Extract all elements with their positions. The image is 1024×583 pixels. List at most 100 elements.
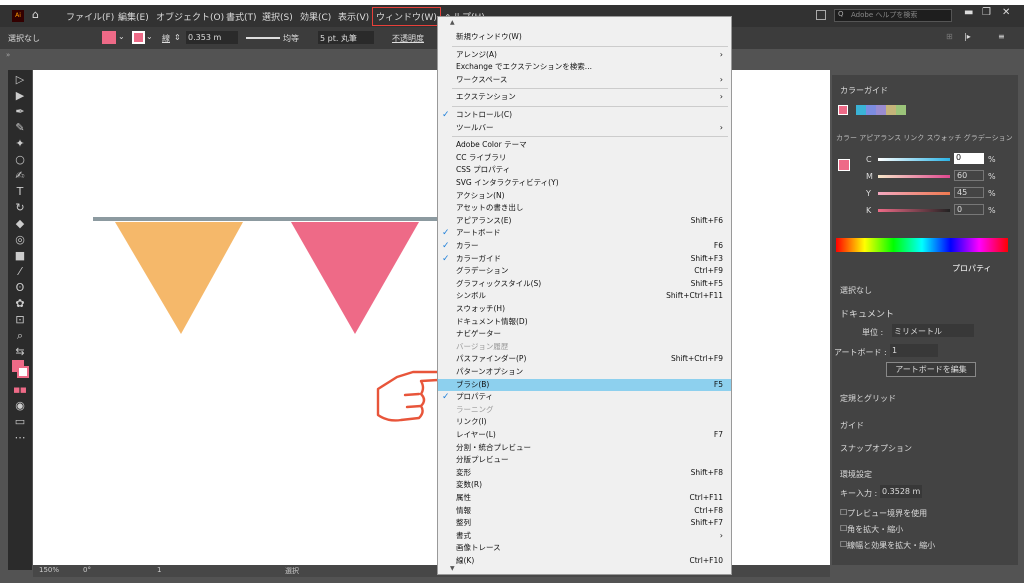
ellipse-icon[interactable]: ○ xyxy=(11,152,29,168)
menu-item[interactable]: リンク(I) xyxy=(438,416,731,429)
menu-item[interactable]: ドキュメント情報(D) xyxy=(438,316,731,329)
scale-strokes-check[interactable]: ☐ 線幅と効果を拡大・縮小 xyxy=(840,540,935,550)
menu-item[interactable]: スウォッチ(H) xyxy=(438,303,731,316)
restore-icon[interactable]: ❐ xyxy=(982,7,991,18)
menu-item[interactable]: 新規ウィンドウ(W) xyxy=(438,31,731,44)
minimize-icon[interactable]: ▬ xyxy=(964,7,973,18)
search-input[interactable]: Adobe ヘルプを検索 xyxy=(834,9,952,22)
pen-icon[interactable]: ✒ xyxy=(11,104,29,120)
home-icon[interactable]: ⌂ xyxy=(32,8,39,21)
curvature-icon[interactable]: ✎ xyxy=(11,120,29,136)
menu-lines-icon[interactable]: ≡ xyxy=(998,32,1005,41)
close-icon[interactable]: ✕ xyxy=(1002,7,1010,18)
warp-icon[interactable]: ◎ xyxy=(11,232,29,248)
cmyk-c-input[interactable]: 0 xyxy=(954,153,984,164)
menu-item[interactable]: ✓ コントロール(C) xyxy=(438,109,731,122)
color-mode-icon[interactable]: ■■ xyxy=(11,382,29,398)
menu-item[interactable]: ✓ カラーガイド Shift+F3 xyxy=(438,253,731,266)
menu-item[interactable]: SVG インタラクティビティ(Y) xyxy=(438,177,731,190)
menu-select[interactable]: 選択(S) xyxy=(262,10,293,23)
menu-item[interactable]: CC ライブラリ xyxy=(438,152,731,165)
preview-check[interactable]: ☐ プレビュー境界を使用 xyxy=(840,508,927,518)
align-icon[interactable]: ⊞ xyxy=(946,32,953,41)
arrange-docs-icon[interactable] xyxy=(816,10,826,20)
fill-swatch[interactable] xyxy=(102,31,116,44)
menu-item[interactable]: パターンオプション xyxy=(438,366,731,379)
cmyk-m-input[interactable]: 60 xyxy=(954,170,984,181)
menu-item[interactable]: ✓ アートボード xyxy=(438,227,731,240)
eyedropper-icon[interactable]: ⁄ xyxy=(11,264,29,280)
menu-item[interactable]: CSS プロパティ xyxy=(438,164,731,177)
cmyk-k-input[interactable]: 0 xyxy=(954,204,984,215)
menu-item[interactable]: Exchange でエクステンションを検索... xyxy=(438,61,731,74)
color-fill-swatch[interactable] xyxy=(838,159,850,171)
menu-file[interactable]: ファイル(F) xyxy=(66,10,114,23)
unit-select[interactable]: ミリメートル xyxy=(892,324,974,337)
direct-selection-icon[interactable]: ▶ xyxy=(11,88,29,104)
symbol-icon[interactable]: ✿ xyxy=(11,296,29,312)
artboard-select[interactable]: 1 xyxy=(890,344,938,357)
cmyk-c-slider[interactable] xyxy=(878,158,950,161)
rotate-icon[interactable]: ↻ xyxy=(11,200,29,216)
menu-item[interactable]: 分版プレビュー xyxy=(438,454,731,467)
menu-item[interactable]: エクステンション › xyxy=(438,91,731,104)
cmyk-m-slider[interactable] xyxy=(878,175,950,178)
menu-item[interactable]: シンボル Shift+Ctrl+F11 xyxy=(438,290,731,303)
menu-item[interactable]: グラデーション Ctrl+F9 xyxy=(438,265,731,278)
cmyk-k-slider[interactable] xyxy=(878,209,950,212)
swap-icon[interactable]: ⇆ xyxy=(11,344,29,360)
color-spectrum[interactable] xyxy=(836,238,1008,252)
menu-item[interactable]: 整列 Shift+F7 xyxy=(438,517,731,530)
stroke-weight-input[interactable]: 0.353 m xyxy=(186,31,238,44)
menu-item[interactable]: アクション(N) xyxy=(438,190,731,203)
artboard-nav[interactable]: 1 xyxy=(157,566,161,574)
menu-effect[interactable]: 効果(C) xyxy=(300,10,331,23)
menu-item[interactable]: 線(K) Ctrl+F10 xyxy=(438,555,731,568)
stroke-swatch[interactable] xyxy=(132,31,145,44)
menu-object[interactable]: オブジェクト(O) xyxy=(156,10,224,23)
menu-item[interactable]: 分割・統合プレビュー xyxy=(438,442,731,455)
menu-item[interactable]: 情報 Ctrl+F8 xyxy=(438,505,731,518)
cmyk-y-input[interactable]: 45 xyxy=(954,187,984,198)
rect-icon[interactable]: ■ xyxy=(11,248,29,264)
menu-item[interactable]: グラフィックスタイル(S) Shift+F5 xyxy=(438,278,731,291)
stroke-label[interactable]: 線 xyxy=(162,33,170,44)
menu-item[interactable]: 書式 › xyxy=(438,530,731,543)
key-input[interactable]: 0.3528 m xyxy=(880,485,922,498)
collapse-icon[interactable]: » xyxy=(6,51,10,59)
properties-tab[interactable]: プロパティ xyxy=(952,263,992,274)
chevron-down-icon[interactable]: ⌄ xyxy=(146,32,153,41)
stroke-color-icon[interactable] xyxy=(17,366,29,378)
opacity-label[interactable]: 不透明度 xyxy=(392,33,424,44)
menu-item[interactable]: ブラシ(B) F5 xyxy=(438,378,731,392)
blend-icon[interactable]: ʘ xyxy=(11,280,29,296)
menu-item[interactable]: 変形 Shift+F8 xyxy=(438,467,731,480)
menu-item[interactable]: ✓ プロパティ xyxy=(438,391,731,404)
snap-icon[interactable]: |▸ xyxy=(964,32,971,41)
type-icon[interactable]: T xyxy=(11,184,29,200)
menu-type[interactable]: 書式(T) xyxy=(226,10,257,23)
profile-label[interactable]: 均等 xyxy=(283,33,299,44)
cmyk-y-slider[interactable] xyxy=(878,192,950,195)
menu-item[interactable]: アセットの書き出し xyxy=(438,202,731,215)
scale-corners-check[interactable]: ☐ 角を拡大・縮小 xyxy=(840,524,903,534)
color-guide-title[interactable]: カラーガイド xyxy=(840,85,888,96)
edit-artboard-button[interactable]: アートボードを編集 xyxy=(886,362,976,377)
zoom-level[interactable]: 150% xyxy=(39,566,59,574)
menu-window[interactable]: ウィンドウ(W) xyxy=(372,7,441,26)
menu-item[interactable]: アレンジ(A) › xyxy=(438,49,731,62)
menu-item[interactable]: レイヤー(L) F7 xyxy=(438,429,731,442)
brush-select[interactable]: 5 pt. 丸筆 xyxy=(318,31,374,44)
menu-item[interactable]: 変数(R) xyxy=(438,479,731,492)
selection-tool-icon[interactable]: ▷ xyxy=(11,72,29,88)
chevron-down-icon[interactable]: ⌄ xyxy=(118,32,125,41)
menu-item[interactable]: アピアランス(E) Shift+F6 xyxy=(438,215,731,228)
menu-item[interactable]: Adobe Color テーマ xyxy=(438,139,731,152)
artboard-icon[interactable]: ⊡ xyxy=(11,312,29,328)
eraser-icon[interactable]: ◆ xyxy=(11,216,29,232)
guide-base-swatch[interactable] xyxy=(838,105,848,115)
draw-mode-icon[interactable]: ◉ xyxy=(11,398,29,414)
menu-item[interactable]: 属性 Ctrl+F11 xyxy=(438,492,731,505)
more-tools-icon[interactable]: ⋯ xyxy=(11,430,29,446)
menu-item[interactable]: ツールバー › xyxy=(438,122,731,135)
